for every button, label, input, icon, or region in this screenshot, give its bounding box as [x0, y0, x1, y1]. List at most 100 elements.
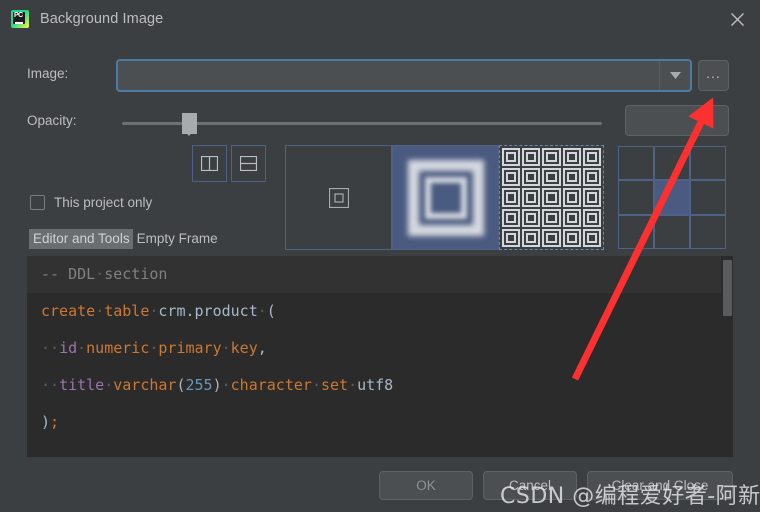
tile-mini-square: [522, 148, 540, 166]
tile-mini-square: [542, 188, 560, 206]
tile-mini-square: [563, 209, 581, 227]
editor-line: -- DDL·section: [27, 256, 733, 293]
tile-mini-square: [522, 188, 540, 206]
tile-mini-square: [583, 168, 601, 186]
editor-scrollbar[interactable]: [721, 256, 733, 457]
code-token: ··: [41, 376, 59, 394]
preview-tile-scale[interactable]: [392, 145, 499, 250]
tile-mini-square: [542, 229, 560, 247]
anchor-cell-1[interactable]: [654, 146, 690, 180]
cancel-button[interactable]: Cancel: [483, 471, 577, 500]
code-token: ·: [77, 339, 86, 357]
fill-mode-toggles: [192, 145, 266, 182]
code-token: DDL: [68, 265, 95, 283]
anchor-cell-0[interactable]: [618, 146, 654, 180]
opacity-slider[interactable]: [122, 112, 602, 134]
chevron-down-icon[interactable]: [659, 61, 690, 90]
tile-mini-square: [502, 209, 520, 227]
code-token: crm.product: [158, 302, 257, 320]
image-label: Image:: [27, 66, 68, 81]
anchor-cell-8[interactable]: [690, 215, 726, 249]
split-vertical-icon[interactable]: [192, 145, 227, 182]
code-token: ·: [222, 376, 231, 394]
scope-tabs: Editor and Tools Empty Frame: [29, 229, 222, 249]
dialog-titlebar: PC Background Image: [0, 0, 760, 38]
code-token: ·: [95, 265, 104, 283]
code-token: --: [41, 265, 68, 283]
opacity-input[interactable]: [626, 106, 760, 135]
anchor-cell-4[interactable]: [654, 180, 690, 214]
code-token: ,: [258, 339, 267, 357]
tile-mini-square: [563, 168, 581, 186]
code-token: primary: [158, 339, 221, 357]
code-preview-editor[interactable]: -- DDL·sectioncreate·table·crm.product·(…: [27, 256, 733, 457]
code-token: table: [104, 302, 149, 320]
opacity-label: Opacity:: [27, 113, 77, 128]
tile-mini-square: [542, 168, 560, 186]
tile-mini-square: [522, 209, 540, 227]
tile-mini-square: [522, 168, 540, 186]
anchor-cell-6[interactable]: [618, 215, 654, 249]
image-input[interactable]: [118, 61, 659, 90]
code-token: create: [41, 302, 95, 320]
code-token: id: [59, 339, 77, 357]
ok-button[interactable]: OK: [379, 471, 473, 500]
tab-empty-frame[interactable]: Empty Frame: [133, 229, 222, 249]
preview-tiles: [285, 145, 604, 250]
anchor-position-grid[interactable]: [618, 146, 726, 249]
code-token: key: [231, 339, 258, 357]
tile-mini-square: [542, 209, 560, 227]
code-token: ·: [258, 302, 267, 320]
code-token: ): [213, 376, 222, 394]
code-token: varchar: [113, 376, 176, 394]
anchor-cell-5[interactable]: [690, 180, 726, 214]
code-token: set: [321, 376, 348, 394]
scrollbar-thumb[interactable]: [723, 260, 732, 316]
center-square-icon: [329, 188, 349, 208]
pycharm-icon: PC: [11, 10, 29, 28]
tile-mini-square: [583, 229, 601, 247]
tile-mini-square: [583, 148, 601, 166]
code-token: (: [176, 376, 185, 394]
this-project-only-checkbox[interactable]: This project only: [30, 195, 152, 210]
preview-tile-tiled[interactable]: [499, 145, 604, 250]
slider-thumb[interactable]: [182, 113, 197, 134]
code-token: ·: [95, 302, 104, 320]
background-image-dialog: PC Background Image Image: ... Opacity:: [0, 0, 760, 512]
tile-mini-square: [563, 229, 581, 247]
tile-mini-square: [542, 148, 560, 166]
tile-mini-square: [522, 229, 540, 247]
code-token: ;: [50, 413, 59, 431]
code-token: ): [41, 413, 50, 431]
editor-line: ··id·numeric·primary·key,: [27, 330, 733, 367]
close-icon[interactable]: [714, 0, 760, 38]
code-token: title: [59, 376, 104, 394]
checkbox-label: This project only: [54, 195, 152, 210]
tile-mini-square: [583, 209, 601, 227]
tile-mini-square: [502, 229, 520, 247]
opacity-spinner[interactable]: [625, 105, 729, 136]
editor-line: ··title·varchar(255)·character·set·utf8: [27, 367, 733, 404]
code-token: ·: [312, 376, 321, 394]
anchor-cell-2[interactable]: [690, 146, 726, 180]
code-token: ·: [104, 376, 113, 394]
code-token: ··: [41, 339, 59, 357]
checkbox-box[interactable]: [30, 195, 45, 210]
code-token: ·: [222, 339, 231, 357]
tile-mini-square: [563, 148, 581, 166]
browse-button[interactable]: ...: [698, 60, 729, 91]
code-token: ·: [348, 376, 357, 394]
image-combobox[interactable]: [116, 59, 692, 92]
anchor-cell-3[interactable]: [618, 180, 654, 214]
tab-editor-and-tools[interactable]: Editor and Tools: [29, 229, 133, 249]
tile-mini-square: [502, 168, 520, 186]
dialog-title: Background Image: [40, 11, 163, 27]
code-token: 255: [186, 376, 213, 394]
code-token: numeric: [86, 339, 149, 357]
anchor-cell-7[interactable]: [654, 215, 690, 249]
split-horizontal-icon[interactable]: [231, 145, 266, 182]
editor-line: create·table·crm.product·(: [27, 293, 733, 330]
clear-and-close-button[interactable]: Clear and Close: [587, 471, 733, 500]
preview-tile-single[interactable]: [285, 145, 392, 250]
editor-lines: -- DDL·sectioncreate·table·crm.product·(…: [27, 256, 733, 441]
